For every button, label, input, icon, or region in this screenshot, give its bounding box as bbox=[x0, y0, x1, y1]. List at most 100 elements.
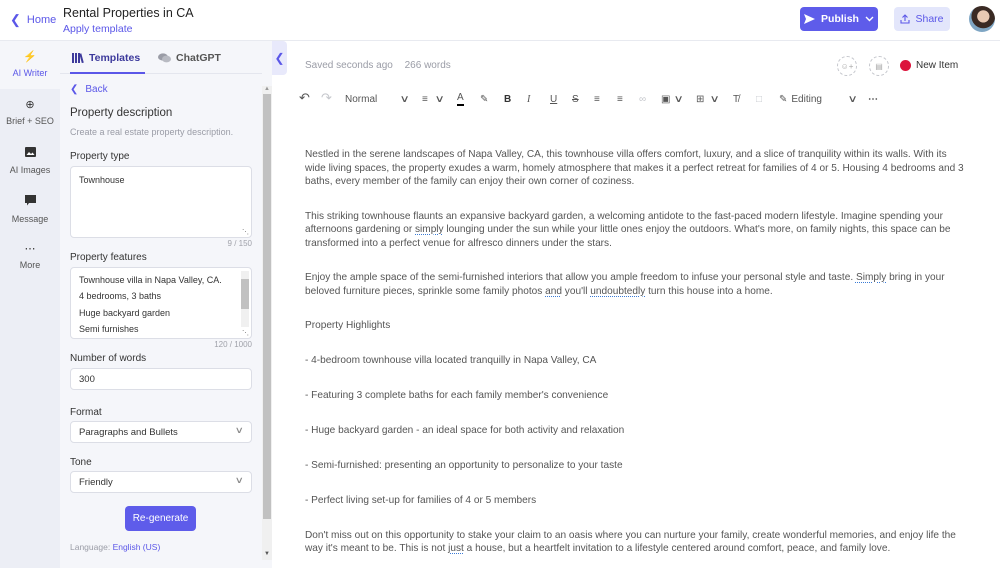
chevron-down-icon: ∨ bbox=[235, 425, 245, 435]
strikethrough-icon[interactable]: S bbox=[572, 92, 579, 108]
scrollbar-thumb[interactable] bbox=[263, 94, 271, 519]
apply-template-link[interactable]: Apply template bbox=[63, 23, 132, 35]
rail-item-ai-writer[interactable]: ⚡ AI Writer bbox=[0, 41, 60, 89]
feature-line: Huge backyard garden bbox=[79, 307, 171, 318]
table-icon[interactable]: ⊞ bbox=[696, 92, 704, 108]
highlight-item: - Perfect living set-up for families of … bbox=[305, 494, 537, 506]
target-icon: ⊕ bbox=[25, 99, 35, 111]
scrollbar-thumb[interactable] bbox=[241, 279, 249, 309]
chevron-down-icon[interactable]: ∨ bbox=[435, 92, 445, 108]
home-link[interactable]: ❮ Home bbox=[10, 13, 56, 26]
back-label: Back bbox=[85, 84, 108, 95]
text-run: a house, but a heartfelt invitation to a… bbox=[463, 543, 891, 554]
paragraph: Enjoy the ample space of the semi-furnis… bbox=[305, 271, 965, 298]
rail-item-more[interactable]: ⋯ More bbox=[0, 233, 60, 281]
tone-select[interactable]: Friendly ∨ bbox=[70, 471, 252, 493]
tab-templates[interactable]: Templates bbox=[72, 52, 140, 64]
share-button[interactable]: Share bbox=[894, 7, 950, 31]
panel-title: Property description bbox=[70, 107, 173, 119]
tone-label: Tone bbox=[70, 457, 92, 468]
editor-status: Saved seconds ago 266 words bbox=[305, 60, 460, 71]
rail-item-ai-images[interactable]: AI Images bbox=[0, 137, 60, 185]
paragraph-style-value: Normal bbox=[345, 94, 378, 105]
rail-item-message[interactable]: Message bbox=[0, 185, 60, 233]
redo-icon[interactable]: ↷ bbox=[321, 90, 332, 106]
bullet-list-icon[interactable]: ≡ bbox=[594, 92, 600, 108]
clear-format-icon[interactable]: T̸ bbox=[733, 92, 739, 108]
back-link[interactable]: ❮ Back bbox=[70, 84, 108, 95]
spelling-suggestion[interactable]: and bbox=[545, 286, 562, 297]
highlight-icon[interactable]: ✎ bbox=[480, 92, 488, 108]
status-selector[interactable]: New Item bbox=[900, 60, 958, 71]
italic-icon[interactable]: I bbox=[527, 92, 530, 108]
publish-label: Publish bbox=[821, 13, 859, 25]
spelling-suggestion[interactable]: undoubtedly bbox=[590, 286, 645, 297]
format-select[interactable]: Paragraphs and Bullets ∨ bbox=[70, 421, 252, 443]
tone-value: Friendly bbox=[79, 477, 113, 488]
paragraph: Nestled in the serene landscapes of Napa… bbox=[305, 149, 964, 187]
property-features-input[interactable]: Townhouse villa in Napa Valley, CA. 4 be… bbox=[70, 267, 252, 339]
text-run: turn this house into a home. bbox=[645, 285, 773, 297]
image-icon[interactable]: ▣ bbox=[661, 92, 670, 108]
panel-scrollbar[interactable]: ▲ ▼ bbox=[262, 86, 272, 560]
undo-icon[interactable]: ↶ bbox=[299, 90, 310, 106]
editor-content[interactable]: Nestled in the serene landscapes of Napa… bbox=[305, 148, 965, 577]
document-title[interactable]: Rental Properties in CA bbox=[63, 6, 194, 20]
feature-line: Semi furnishes bbox=[79, 323, 139, 334]
property-type-input[interactable]: Townhouse ⋱ bbox=[70, 166, 252, 238]
send-icon bbox=[804, 14, 816, 24]
share-label: Share bbox=[915, 13, 944, 25]
property-type-label: Property type bbox=[70, 151, 130, 162]
chevron-down-icon[interactable]: ∨ bbox=[674, 92, 684, 108]
tab-label: Templates bbox=[89, 52, 141, 64]
add-user-icon[interactable]: ☺+ bbox=[837, 56, 857, 76]
number-of-words-label: Number of words bbox=[70, 353, 147, 364]
paragraph: This striking townhouse flaunts an expan… bbox=[305, 210, 965, 251]
user-avatar[interactable] bbox=[969, 6, 995, 32]
status-dot bbox=[900, 60, 911, 71]
scroll-up-icon[interactable]: ▲ bbox=[264, 86, 270, 92]
collapse-panel-button[interactable]: ❮ bbox=[272, 41, 287, 75]
left-rail: ⚡ AI Writer ⊕ Brief + SEO AI Images Mess… bbox=[0, 41, 60, 568]
numbered-list-icon[interactable]: ≡ bbox=[617, 92, 623, 108]
text-color-icon[interactable]: A bbox=[457, 92, 464, 106]
underline-icon[interactable]: U bbox=[550, 92, 557, 108]
bold-icon[interactable]: B bbox=[504, 92, 511, 108]
features-scrollbar[interactable] bbox=[241, 271, 249, 327]
paragraph-style-select[interactable]: Normal bbox=[345, 92, 377, 108]
tab-chatgpt[interactable]: ChatGPT bbox=[158, 52, 221, 64]
comment-icon[interactable]: □ bbox=[756, 92, 762, 108]
align-icon[interactable]: ≡ bbox=[422, 92, 428, 108]
resize-handle-icon[interactable]: ⋱ bbox=[242, 329, 249, 337]
regenerate-button[interactable]: Re-generate bbox=[125, 506, 196, 531]
chevron-down-icon[interactable]: ∨ bbox=[710, 92, 720, 108]
chevron-down-icon[interactable]: ∨ bbox=[400, 92, 410, 108]
resize-handle-icon[interactable]: ⋱ bbox=[242, 228, 249, 236]
property-type-counter: 9 / 150 bbox=[227, 239, 252, 248]
chevron-down-icon[interactable]: ∨ bbox=[848, 92, 858, 108]
highlight-item: - Huge backyard garden - an ideal space … bbox=[305, 424, 625, 436]
language-value[interactable]: English (US) bbox=[113, 542, 161, 552]
pencil-icon: ✎ bbox=[779, 94, 788, 105]
spelling-suggestion[interactable]: Simply bbox=[856, 272, 886, 283]
number-of-words-input[interactable]: 300 bbox=[70, 368, 252, 390]
publish-button[interactable]: Publish bbox=[800, 7, 878, 31]
link-icon[interactable]: ∞ bbox=[639, 92, 646, 108]
chevron-left-icon: ❮ bbox=[10, 12, 21, 27]
rail-item-brief-seo[interactable]: ⊕ Brief + SEO bbox=[0, 89, 60, 137]
editing-mode-select[interactable]: ✎ Editing bbox=[779, 92, 822, 108]
panel-body: ❮ Back Property description Create a rea… bbox=[60, 74, 262, 568]
calendar-icon[interactable]: ▤ bbox=[869, 56, 889, 76]
format-label: Format bbox=[70, 407, 102, 418]
scroll-down-icon[interactable]: ▼ bbox=[264, 551, 270, 557]
language-label: Language: bbox=[70, 542, 111, 552]
chevron-down-icon bbox=[865, 16, 874, 22]
home-label: Home bbox=[26, 13, 57, 26]
panel-subtitle: Create a real estate property descriptio… bbox=[70, 127, 234, 137]
saved-status: Saved seconds ago bbox=[305, 60, 393, 71]
spelling-suggestion[interactable]: simply bbox=[415, 224, 444, 235]
more-options-icon[interactable]: ⋯ bbox=[868, 92, 878, 108]
chevron-down-icon: ∨ bbox=[235, 475, 245, 485]
spelling-suggestion[interactable]: just bbox=[448, 543, 464, 554]
property-features-counter: 120 / 1000 bbox=[214, 340, 252, 349]
